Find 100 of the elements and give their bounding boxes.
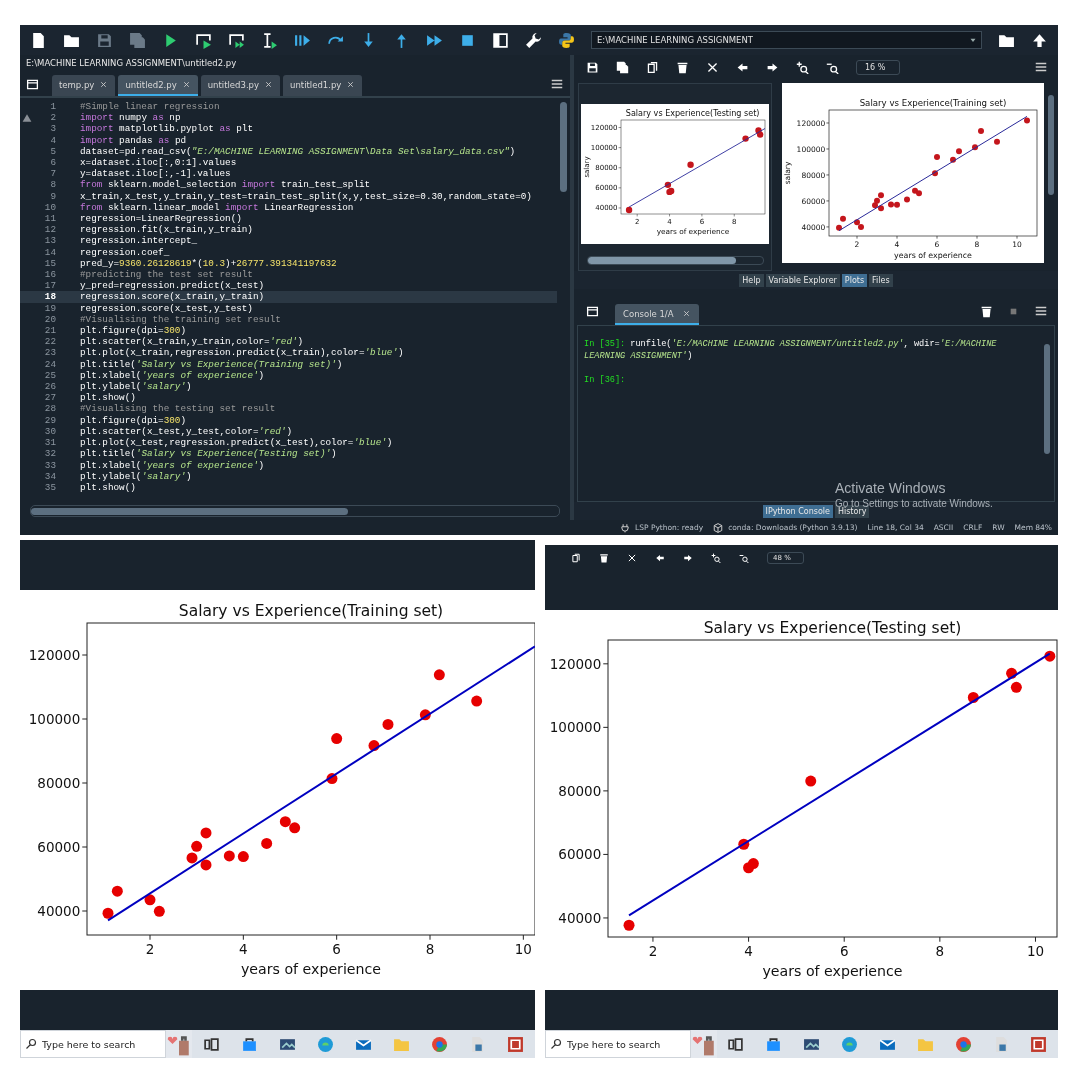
line-number: 18 bbox=[43, 291, 56, 303]
pane-tab[interactable]: Plots bbox=[841, 273, 868, 287]
play-box-icon[interactable] bbox=[195, 31, 212, 49]
tick-label: 60000 bbox=[558, 846, 602, 863]
copy-icon[interactable] bbox=[646, 60, 659, 74]
code-line: plt.title('Salary vs Experience(Testing set)') bbox=[80, 448, 337, 460]
browser-icon[interactable] bbox=[954, 1035, 972, 1053]
line-number: 10 bbox=[43, 201, 56, 214]
menu-icon[interactable] bbox=[1034, 304, 1048, 318]
code-line: plt.xlabel('years of experience') bbox=[80, 459, 265, 471]
pane-tab[interactable]: IPython Console bbox=[762, 504, 833, 518]
horizontal-scrollbar[interactable] bbox=[31, 507, 348, 515]
editor-tab[interactable]: untitled1.py bbox=[283, 75, 363, 96]
vertical-scrollbar[interactable] bbox=[560, 102, 567, 192]
play-box-icon[interactable] bbox=[228, 31, 245, 49]
logo-icon[interactable] bbox=[558, 31, 575, 49]
console-line: In [36]: bbox=[584, 374, 627, 386]
task-view-icon[interactable] bbox=[202, 1035, 220, 1053]
search-icon bbox=[25, 1038, 37, 1050]
line-number: 27 bbox=[43, 392, 56, 404]
left-arrow-icon[interactable] bbox=[655, 552, 665, 563]
tick-label: 40000 bbox=[558, 909, 602, 926]
pane-tab[interactable]: Help bbox=[739, 273, 764, 287]
vertical-scrollbar[interactable] bbox=[1044, 344, 1050, 454]
code-line: #Visualising the testing set result bbox=[80, 403, 276, 415]
line-number: 20 bbox=[43, 313, 56, 326]
app-icon[interactable] bbox=[507, 1035, 525, 1053]
app-icon[interactable] bbox=[1030, 1035, 1048, 1053]
working-directory-field[interactable]: E:\MACHINE LEARNING ASSIGNMENT bbox=[591, 31, 982, 49]
zoom-field[interactable]: 16 % bbox=[856, 59, 901, 75]
plug-icon bbox=[620, 522, 631, 533]
editor-tab[interactable]: untitled3.py bbox=[200, 75, 281, 96]
stop-icon[interactable] bbox=[1009, 306, 1018, 316]
shopping-bag-icon[interactable] bbox=[240, 1035, 258, 1053]
menu-icon[interactable] bbox=[1034, 60, 1048, 74]
line-number: 32 bbox=[43, 448, 56, 460]
search-field[interactable]: Type here to search bbox=[20, 1030, 166, 1058]
line-number: 34 bbox=[43, 470, 56, 482]
tick-label: 10 bbox=[514, 940, 532, 957]
shopping-bag-icon[interactable] bbox=[765, 1035, 783, 1053]
floppy-stack-icon[interactable] bbox=[616, 60, 629, 74]
code-line: #Simple linear regression bbox=[80, 101, 220, 113]
right-arrow-icon[interactable] bbox=[683, 552, 693, 563]
zoom-in-icon[interactable] bbox=[711, 552, 721, 563]
trash-icon[interactable] bbox=[676, 60, 689, 74]
line-number: 7 bbox=[49, 168, 56, 180]
document-icon[interactable] bbox=[30, 31, 47, 49]
panel-icon[interactable] bbox=[492, 31, 509, 49]
zoom-out-icon[interactable] bbox=[739, 552, 749, 563]
code-line: plt.show() bbox=[80, 392, 136, 404]
left-arrow-icon[interactable] bbox=[736, 60, 749, 74]
trash-icon[interactable] bbox=[980, 304, 993, 318]
line-number: 31 bbox=[43, 437, 56, 449]
console-tab[interactable]: Console 1/A bbox=[615, 304, 699, 325]
tick-label: 100000 bbox=[28, 710, 81, 727]
code-line: pred_y=9360.26128619*(10.3)+26777.391341197632 bbox=[80, 257, 337, 270]
editor-tab[interactable]: temp.py bbox=[52, 75, 116, 96]
code-line: #Visualising the training set result bbox=[80, 313, 281, 326]
tick-label: 80000 bbox=[558, 782, 602, 799]
chart-title: Salary vs Experience(Testing set) bbox=[625, 109, 760, 119]
editor-tab[interactable]: untitled2.py bbox=[118, 75, 198, 96]
browser-icon[interactable] bbox=[431, 1035, 449, 1053]
window-icon[interactable] bbox=[586, 304, 599, 318]
window-icon[interactable] bbox=[26, 77, 39, 91]
tick-label: 6 bbox=[839, 942, 849, 959]
code-line: plt.plot(x_test,regression.predict(x_test),color='blue') bbox=[80, 437, 393, 449]
line-number: 11 bbox=[43, 213, 56, 225]
menu-icon[interactable] bbox=[550, 77, 564, 91]
vertical-scrollbar[interactable] bbox=[1048, 95, 1054, 195]
code-line: plt.scatter(x_test,y_test,color='red') bbox=[80, 425, 293, 438]
code-line: plt.plot(x_train,regression.predict(x_train),color='blue') bbox=[80, 347, 404, 359]
line-number: 12 bbox=[43, 224, 56, 236]
line-number: 17 bbox=[43, 280, 56, 292]
code-line: regression=LinearRegression() bbox=[80, 213, 242, 225]
pane-tab[interactable]: Files bbox=[869, 273, 893, 287]
code-line: import numpy as np bbox=[80, 112, 181, 124]
code-line: plt.scatter(x_train,y_train,color='red') bbox=[80, 336, 304, 348]
close-icon[interactable] bbox=[264, 80, 274, 89]
task-view-icon[interactable] bbox=[727, 1035, 745, 1053]
zoom-in-icon[interactable] bbox=[796, 60, 809, 74]
close-icon[interactable] bbox=[681, 309, 691, 318]
line-number: 8 bbox=[49, 179, 56, 191]
line-number: 9 bbox=[49, 190, 56, 202]
horizontal-scrollbar[interactable] bbox=[587, 257, 737, 264]
close-icon[interactable] bbox=[99, 80, 109, 89]
trash-icon[interactable] bbox=[599, 552, 609, 563]
file-path: E:\MACHINE LEARNING ASSIGNMENT\untitled2.py bbox=[25, 57, 237, 70]
wrench-icon[interactable] bbox=[525, 31, 542, 49]
close-icon[interactable] bbox=[346, 80, 356, 89]
up-arrow-icon[interactable] bbox=[1031, 31, 1048, 49]
line-number: 5 bbox=[49, 145, 56, 157]
search-field[interactable]: Type here to search bbox=[545, 1030, 691, 1058]
cross-icon[interactable] bbox=[627, 552, 637, 563]
line-number: 6 bbox=[49, 157, 56, 169]
copy-icon[interactable] bbox=[571, 552, 581, 563]
text-cursor-play-icon[interactable] bbox=[261, 31, 278, 49]
pane-tab[interactable]: Variable Explorer bbox=[765, 273, 840, 287]
tick-label: 40000 bbox=[37, 902, 81, 919]
close-icon[interactable] bbox=[181, 80, 191, 89]
cross-icon[interactable] bbox=[706, 60, 719, 74]
